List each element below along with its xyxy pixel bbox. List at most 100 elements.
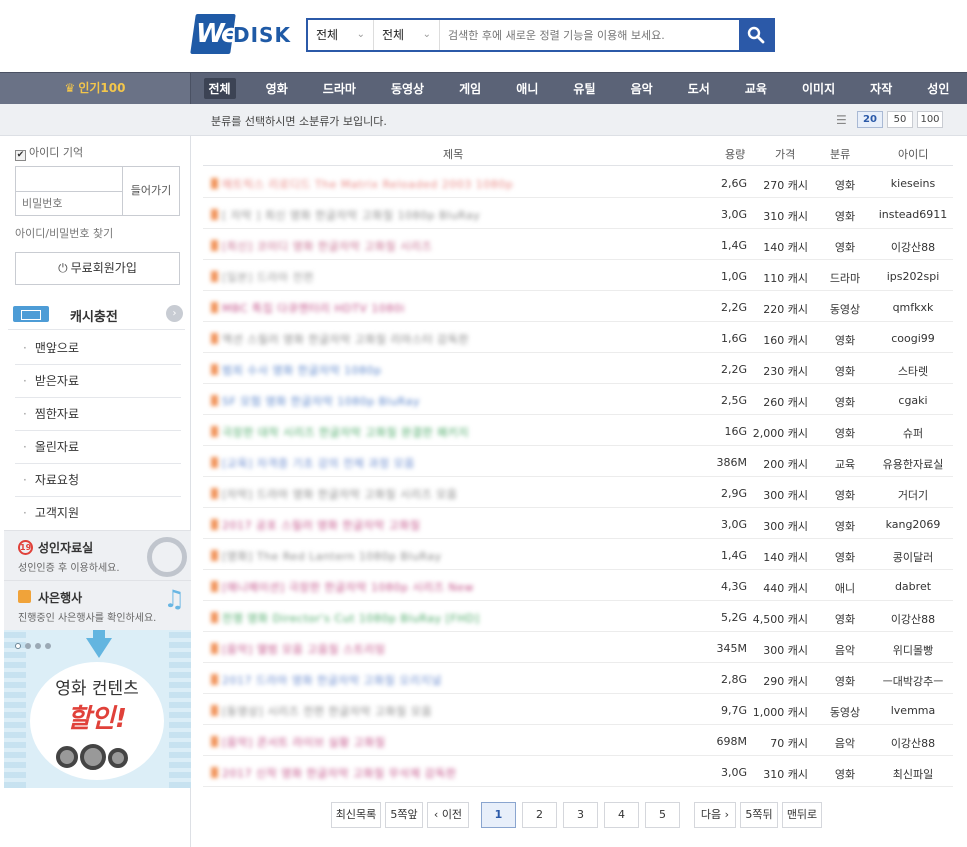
file-title[interactable]: [일본] 드라마 전편: [211, 269, 681, 285]
file-title[interactable]: 2017 신작 영화 한글자막 고화질 무삭제 감독판: [211, 765, 681, 781]
file-uploader[interactable]: 최신파일: [875, 766, 951, 782]
sidebar-item-home[interactable]: · 맨앞으로: [15, 332, 181, 365]
file-title[interactable]: 극장판 대작 시리즈 한글자막 고화질 완결판 패키지: [211, 424, 681, 440]
nav-item[interactable]: 영화: [261, 78, 293, 99]
list-view-icon[interactable]: ☰: [836, 113, 847, 127]
sidebar-item-support[interactable]: · 고객지원: [15, 497, 181, 530]
table-row[interactable]: [자막] 드라마 영화 한글자막 고화질 시리즈 모음 2,9G 300 캐시 영화 거…: [203, 477, 953, 508]
table-row[interactable]: 범죄 수사 영화 한글자막 1080p 2,2G 230 캐시 영화 스타렛: [203, 353, 953, 384]
file-uploader[interactable]: qmfkxk: [875, 301, 951, 314]
table-row[interactable]: 2017 신작 영화 한글자막 고화질 무삭제 감독판 3,0G 310 캐시 영화 최…: [203, 756, 953, 787]
file-title[interactable]: [음악] 앨범 모음 고음질 스트리밍: [211, 641, 681, 657]
search-field-select[interactable]: 전체 ⌄: [374, 20, 440, 50]
file-uploader[interactable]: dabret: [875, 580, 951, 593]
nav-item[interactable]: 유틸: [568, 78, 600, 99]
carousel-dot-3[interactable]: [35, 643, 41, 649]
top100-button[interactable]: ♛ 인기100: [0, 73, 191, 104]
page-1[interactable]: 1: [481, 802, 516, 828]
file-uploader[interactable]: kieseins: [875, 177, 951, 190]
table-row[interactable]: [ 자막 ] 최신 영화 한글자막 고화질 1080p BluRay 3,0G 31…: [203, 198, 953, 229]
file-title[interactable]: 전쟁 영화 Director's Cut 1080p BluRay [FHD]: [211, 610, 681, 626]
remember-id-checkbox[interactable]: ✔ 아이디 기억: [15, 144, 83, 161]
promo-banner[interactable]: 영화 컨텐츠 할인!: [4, 630, 191, 788]
search-scope-select[interactable]: 전체 ⌄: [308, 20, 374, 50]
file-uploader[interactable]: 이강산88: [875, 239, 951, 255]
page-5[interactable]: 5: [645, 802, 680, 828]
file-title[interactable]: [ 자막 ] 최신 영화 한글자막 고화질 1080p BluRay: [211, 207, 681, 223]
search-button[interactable]: [739, 20, 773, 50]
nav-item[interactable]: 교육: [740, 78, 772, 99]
page-4[interactable]: 4: [604, 802, 639, 828]
file-title[interactable]: [교육] 자격증 기초 강의 전체 과정 모음: [211, 455, 681, 471]
carousel-dot-4[interactable]: [45, 643, 51, 649]
table-row[interactable]: 극장판 대작 시리즈 한글자막 고화질 완결판 패키지 16G 2,000 캐시 영화…: [203, 415, 953, 446]
file-uploader[interactable]: ㅡ대박강추ㅡ: [875, 673, 951, 689]
file-uploader[interactable]: 이강산88: [875, 735, 951, 751]
nav-item[interactable]: 동영상: [386, 78, 429, 99]
table-row[interactable]: [최신] 코미디 영화 한글자막 고화질 시리즈 1,4G 140 캐시 영화 이강산8…: [203, 229, 953, 260]
table-row[interactable]: [영화] The Red Lantern 1080p BluRay 1,4G 140…: [203, 539, 953, 570]
id-input[interactable]: [15, 166, 123, 191]
nav-item[interactable]: 자작: [865, 78, 897, 99]
table-row[interactable]: [동영상] 시리즈 전편 한글자막 고화질 모음 9,7G 1,000 캐시 동영상 l…: [203, 694, 953, 725]
next-5-pages-button[interactable]: 5쪽뒤: [740, 802, 778, 828]
table-row[interactable]: SF 모험 영화 한글자막 1080p BluRay 2,5G 260 캐시 영화 cg…: [203, 384, 953, 415]
table-row[interactable]: 매트릭스 리로디드 The Matrix Reloaded 2003 1080p…: [203, 167, 953, 198]
file-uploader[interactable]: cgaki: [875, 394, 951, 407]
search-input[interactable]: [442, 20, 738, 50]
find-account-link[interactable]: 아이디/비밀번호 찾기: [15, 225, 113, 241]
nav-item[interactable]: 음악: [626, 78, 658, 99]
file-uploader[interactable]: 콩이달러: [875, 549, 951, 565]
adult-section-banner[interactable]: 19 성인자료실 성인인증 후 이용하세요.: [4, 530, 191, 580]
table-row[interactable]: 2017 공포 스릴러 영화 한글자막 고화질 3,0G 300 캐시 영화 kang2…: [203, 508, 953, 539]
carousel-dot-2[interactable]: [25, 643, 31, 649]
file-uploader[interactable]: 스타렛: [875, 363, 951, 379]
latest-list-button[interactable]: 최신목록: [331, 802, 381, 828]
file-uploader[interactable]: 위디몰빵: [875, 642, 951, 658]
cash-charge-button[interactable]: 캐시충전 ›: [8, 298, 185, 330]
file-title[interactable]: [동영상] 시리즈 전편 한글자막 고화질 모음: [211, 703, 681, 719]
file-uploader[interactable]: 거더기: [875, 487, 951, 503]
table-row[interactable]: [일본] 드라마 전편 1,0G 110 캐시 드라마 ips202spi: [203, 260, 953, 291]
prev-page-button[interactable]: ‹ 이전: [427, 802, 469, 828]
event-banner[interactable]: 사은행사 진행중인 사은행사를 확인하세요. ♫: [4, 580, 191, 630]
file-title[interactable]: [음악] 콘서트 라이브 실황 고화질: [211, 734, 681, 750]
file-uploader[interactable]: 슈퍼: [875, 425, 951, 441]
nav-item[interactable]: 이미지: [797, 78, 840, 99]
sidebar-item-request[interactable]: · 자료요청: [15, 464, 181, 497]
prev-5-pages-button[interactable]: 5쪽앞: [385, 802, 423, 828]
sidebar-item-received[interactable]: · 받은자료: [15, 365, 181, 398]
page-size-100[interactable]: 100: [917, 111, 943, 128]
file-title[interactable]: 범죄 수사 영화 한글자막 1080p: [211, 362, 681, 378]
table-row[interactable]: [음악] 콘서트 라이브 실황 고화질 698M 70 캐시 음악 이강산88: [203, 725, 953, 756]
table-row[interactable]: 액션 스릴러 영화 한글자막 고화질 리마스터 감독판 1,6G 160 캐시 영화 c…: [203, 322, 953, 353]
file-uploader[interactable]: 이강산88: [875, 611, 951, 627]
nav-item[interactable]: 전체: [203, 78, 236, 99]
page-size-50[interactable]: 50: [887, 111, 913, 128]
signup-button[interactable]: ⏻ 무료회원가입: [15, 252, 180, 285]
wedisk-logo[interactable]: We DISK: [190, 14, 299, 54]
page-2[interactable]: 2: [522, 802, 557, 828]
password-input[interactable]: [15, 191, 123, 216]
promo-carousel-dots[interactable]: [15, 638, 55, 652]
nav-item[interactable]: 게임: [454, 78, 486, 99]
nav-item[interactable]: 드라마: [318, 78, 361, 99]
file-title[interactable]: [최신] 코미디 영화 한글자막 고화질 시리즈: [211, 238, 681, 254]
table-row[interactable]: [애니메이션] 극장판 한글자막 1080p 시리즈 New 4,3G 440 캐시…: [203, 570, 953, 601]
carousel-dot-1[interactable]: [15, 643, 21, 649]
file-uploader[interactable]: ips202spi: [875, 270, 951, 283]
sidebar-item-wishlist[interactable]: · 찜한자료: [15, 398, 181, 431]
page-3[interactable]: 3: [563, 802, 598, 828]
file-title[interactable]: 매트릭스 리로디드 The Matrix Reloaded 2003 1080p: [211, 176, 681, 192]
table-row[interactable]: [음악] 앨범 모음 고음질 스트리밍 345M 300 캐시 음악 위디몰빵: [203, 632, 953, 663]
nav-item[interactable]: 도서: [683, 78, 715, 99]
table-row[interactable]: MBC 특집 다큐멘터리 HDTV 1080i 2,2G 220 캐시 동영상 qmfk…: [203, 291, 953, 322]
file-uploader[interactable]: 유용한자료실: [875, 456, 951, 472]
file-uploader[interactable]: kang2069: [875, 518, 951, 531]
file-title[interactable]: SF 모험 영화 한글자막 1080p BluRay: [211, 393, 681, 409]
file-title[interactable]: [영화] The Red Lantern 1080p BluRay: [211, 548, 681, 564]
nav-item[interactable]: 애니: [511, 78, 543, 99]
table-row[interactable]: 전쟁 영화 Director's Cut 1080p BluRay [FHD] 5…: [203, 601, 953, 632]
sidebar-item-uploaded[interactable]: · 올린자료: [15, 431, 181, 464]
file-uploader[interactable]: instead6911: [875, 208, 951, 221]
